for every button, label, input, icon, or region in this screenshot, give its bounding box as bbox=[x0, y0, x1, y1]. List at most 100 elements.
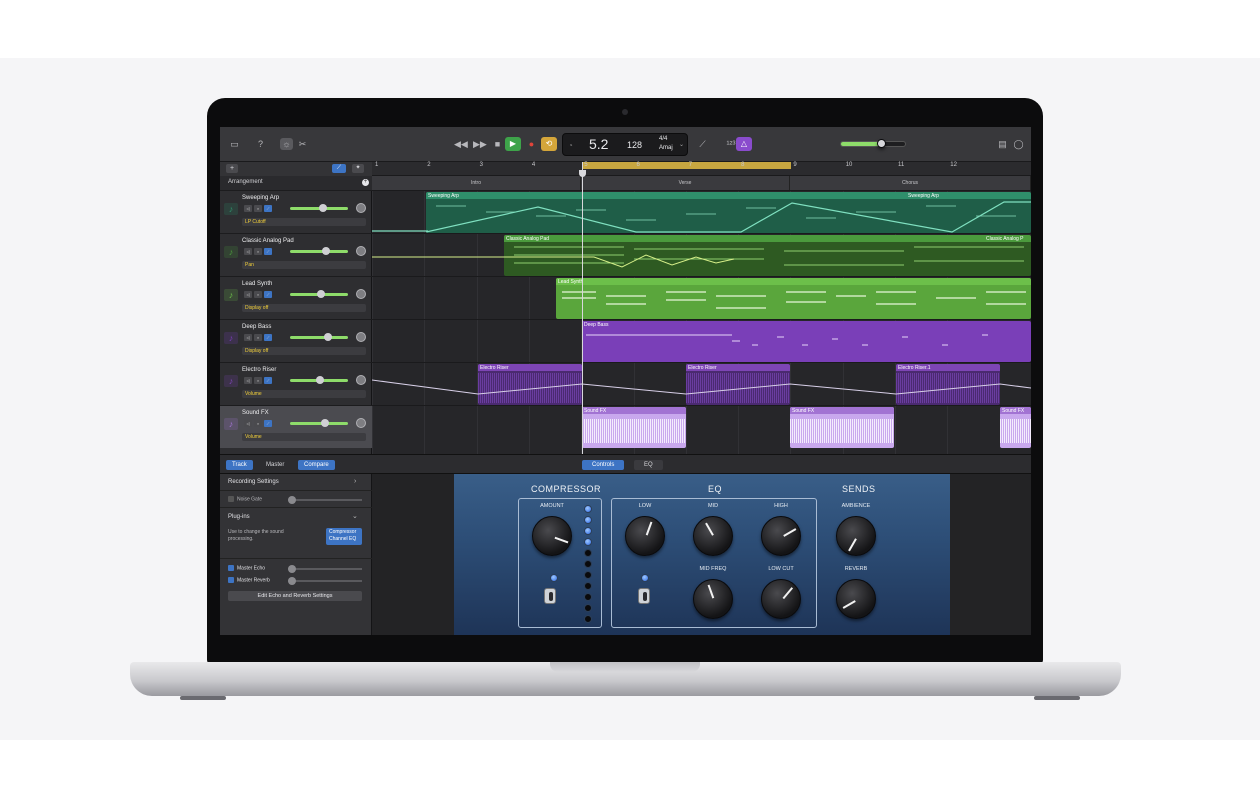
master-volume-knob[interactable] bbox=[876, 139, 886, 148]
tuner-icon[interactable]: ⟋ bbox=[696, 138, 709, 150]
automation-icon[interactable]: ⟋ bbox=[264, 377, 272, 384]
eq-mid-knob[interactable] bbox=[693, 516, 733, 556]
automation-icon[interactable]: ⟋ bbox=[264, 248, 272, 255]
plugin-item-channel-eq[interactable]: Channel EQ bbox=[329, 536, 359, 543]
library-icon[interactable]: ▭ bbox=[228, 138, 241, 150]
noise-gate-slider[interactable] bbox=[288, 496, 362, 504]
track-name[interactable]: Sound FX bbox=[242, 410, 269, 416]
recording-settings-header[interactable]: Recording Settings bbox=[228, 479, 279, 485]
track-name[interactable]: Classic Analog Pad bbox=[242, 238, 294, 244]
tab-eq[interactable]: EQ bbox=[634, 460, 663, 470]
mute-icon[interactable]: ◁ bbox=[244, 334, 252, 341]
eq-low-knob[interactable] bbox=[625, 516, 665, 556]
region-sound-fx[interactable]: Sound FX bbox=[582, 407, 686, 448]
track-name[interactable]: Sweeping Arp bbox=[242, 195, 279, 201]
region-sound-fx[interactable]: Sound FX bbox=[790, 407, 894, 448]
track-header[interactable]: ♪ Classic Analog Pad ◁ ∩ ⟋ Pan bbox=[220, 233, 372, 276]
track-header[interactable]: ♪ Lead Synth ◁ ∩ ⟋ Display off bbox=[220, 276, 372, 319]
fast-forward-icon[interactable]: ▶▶ bbox=[473, 138, 487, 150]
record-icon[interactable]: ● bbox=[525, 138, 538, 150]
play-icon[interactable]: ▶ bbox=[505, 137, 521, 151]
automation-icon[interactable]: ⟋ bbox=[264, 205, 272, 212]
track-volume-slider[interactable] bbox=[290, 422, 348, 425]
automation-parameter[interactable]: Volume bbox=[242, 433, 366, 441]
region-sound-fx[interactable]: Sound FX bbox=[1000, 407, 1031, 448]
track-header[interactable]: ♪ Deep Bass ◁ ∩ ⟋ Display off bbox=[220, 319, 372, 362]
section-intro[interactable]: Intro bbox=[372, 176, 581, 190]
track-header[interactable]: ♪ Sweeping Arp ◁ ∩ ⟋ LP Cutoff bbox=[220, 190, 372, 233]
master-echo-slider[interactable] bbox=[288, 565, 362, 573]
help-icon[interactable]: ? bbox=[254, 138, 267, 150]
master-reverb-slider[interactable] bbox=[288, 577, 362, 585]
loop-browser-icon[interactable]: ◯ bbox=[1012, 138, 1025, 150]
ruler[interactable]: 1 2 3 4 5 6 7 8 9 10 11 12 bbox=[372, 162, 1031, 176]
pan-knob[interactable] bbox=[356, 246, 366, 256]
ambience-knob[interactable] bbox=[836, 516, 876, 556]
automation-icon[interactable]: ⟋ bbox=[264, 291, 272, 298]
compressor-toggle[interactable] bbox=[544, 588, 556, 604]
plugin-item-compressor[interactable]: Compressor bbox=[329, 529, 359, 536]
automation-parameter[interactable]: Volume bbox=[242, 390, 366, 398]
eq-high-knob[interactable] bbox=[761, 516, 801, 556]
track-volume-knob[interactable] bbox=[319, 204, 327, 212]
chevron-right-icon[interactable]: › bbox=[354, 478, 356, 485]
track-name[interactable]: Lead Synth bbox=[242, 281, 272, 287]
tab-controls[interactable]: Controls bbox=[582, 460, 625, 470]
smart-controls-icon[interactable]: ☼ bbox=[280, 138, 293, 150]
pan-knob[interactable] bbox=[356, 332, 366, 342]
region-classic-analog-pad[interactable]: Classic Analog Pad Classic Analog P bbox=[504, 235, 1031, 276]
pan-knob[interactable] bbox=[356, 418, 366, 428]
track-volume-knob[interactable] bbox=[321, 419, 329, 427]
eq-toggle[interactable] bbox=[638, 588, 650, 604]
metronome-icon[interactable]: △ bbox=[736, 137, 752, 151]
pan-knob[interactable] bbox=[356, 203, 366, 213]
region-sweeping-arp[interactable]: Sweeping Arp Sweeping Arp bbox=[426, 192, 1031, 233]
automation-icon[interactable]: ⟋ bbox=[264, 334, 272, 341]
add-section-icon[interactable]: + bbox=[362, 179, 369, 186]
mute-icon[interactable]: ◁ bbox=[244, 420, 252, 427]
cycle-icon[interactable]: ⟲ bbox=[541, 137, 557, 151]
master-reverb-checkbox[interactable] bbox=[228, 577, 234, 583]
track-name[interactable]: Electro Riser bbox=[242, 367, 276, 373]
tab-track[interactable]: Track bbox=[226, 460, 253, 470]
automation-parameter[interactable]: Display off bbox=[242, 347, 366, 355]
track-volume-knob[interactable] bbox=[316, 376, 324, 384]
cycle-region[interactable] bbox=[582, 162, 791, 169]
section-verse[interactable]: Verse bbox=[581, 176, 790, 190]
track-volume-slider[interactable] bbox=[290, 336, 348, 339]
stop-icon[interactable]: ■ bbox=[491, 138, 504, 150]
track-volume-knob[interactable] bbox=[324, 333, 332, 341]
noise-gate-label[interactable]: Noise Gate bbox=[228, 496, 262, 502]
automation-parameter[interactable]: Pan bbox=[242, 261, 366, 269]
tab-master[interactable]: Master bbox=[260, 460, 290, 470]
master-volume-slider[interactable] bbox=[840, 139, 906, 148]
region-deep-bass[interactable]: Deep Bass bbox=[582, 321, 1031, 362]
amount-knob[interactable] bbox=[532, 516, 572, 556]
track-name[interactable]: Deep Bass bbox=[242, 324, 271, 330]
plugins-header[interactable]: Plug-ins bbox=[228, 514, 250, 520]
eq-low-cut-knob[interactable] bbox=[761, 579, 801, 619]
track-header[interactable]: ♪ Sound FX ◁ ∩ ⟋ Volume bbox=[220, 405, 372, 448]
arrangement-track-header[interactable]: Arrangement + bbox=[220, 176, 372, 190]
mute-icon[interactable]: ◁ bbox=[244, 248, 252, 255]
section-chorus[interactable]: Chorus bbox=[790, 176, 1031, 190]
track-volume-slider[interactable] bbox=[290, 250, 348, 253]
chevron-down-icon[interactable]: ⌄ bbox=[679, 141, 684, 148]
headphones-icon[interactable]: ∩ bbox=[254, 205, 262, 212]
automation-icon[interactable]: ⟋ bbox=[264, 420, 272, 427]
compare-button[interactable]: Compare bbox=[298, 460, 335, 470]
headphones-icon[interactable]: ∩ bbox=[254, 377, 262, 384]
mute-icon[interactable]: ◁ bbox=[244, 377, 252, 384]
edit-echo-reverb-button[interactable]: Edit Echo and Reverb Settings bbox=[228, 591, 362, 601]
automation-toggle-icon[interactable]: ⟋ bbox=[332, 164, 346, 173]
headphones-icon[interactable]: ∩ bbox=[254, 334, 262, 341]
headphones-icon[interactable]: ∩ bbox=[254, 248, 262, 255]
notepad-icon[interactable]: ▤ bbox=[996, 138, 1009, 150]
track-volume-knob[interactable] bbox=[322, 247, 330, 255]
add-track-button[interactable]: + bbox=[226, 164, 238, 173]
lcd-display[interactable]: ◔ 5.2 128 4/4 Amaj ⌄ bbox=[562, 133, 688, 156]
follow-playhead-icon[interactable]: ✦ bbox=[352, 164, 364, 173]
noise-gate-checkbox[interactable] bbox=[228, 496, 234, 502]
playhead[interactable] bbox=[579, 162, 586, 454]
pan-knob[interactable] bbox=[356, 375, 366, 385]
